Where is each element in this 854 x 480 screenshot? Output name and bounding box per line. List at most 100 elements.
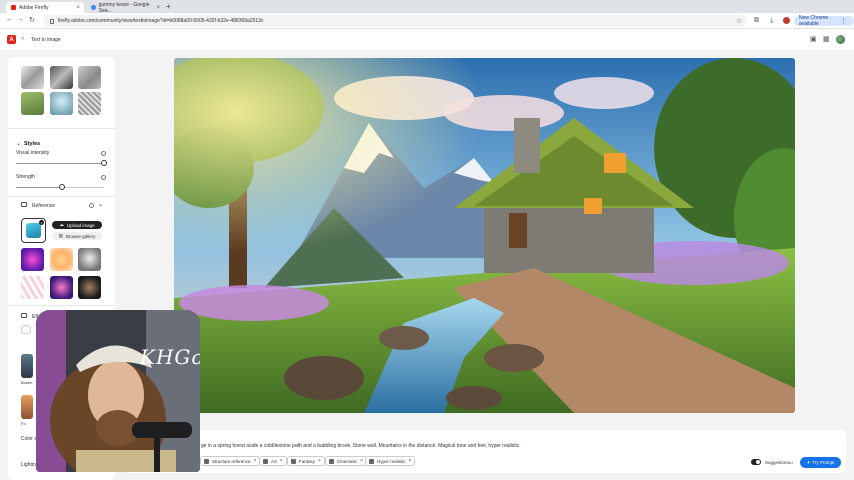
styles-heading: Styles (24, 141, 41, 147)
bookmark-star-icon[interactable]: ☆ (736, 17, 742, 25)
chat-icon[interactable]: ▣ (810, 35, 817, 43)
effects-tab[interactable] (21, 325, 31, 334)
more-menu-icon[interactable]: ⋮ (840, 17, 847, 25)
chip-label: Fantasy (299, 458, 316, 464)
remove-chip-icon[interactable]: × (254, 458, 257, 464)
close-icon[interactable]: × (156, 5, 160, 11)
reference-image-icon (21, 202, 27, 207)
remove-chip-icon[interactable]: × (409, 458, 412, 464)
browser-tab-strip: Adobe Firefly × gummy bears - Google Sea… (0, 0, 854, 14)
back-chevron-icon[interactable]: ‹ (22, 36, 24, 42)
strength-knob[interactable] (59, 184, 65, 190)
strength-label: Strength (16, 174, 35, 180)
reference-gallery-item[interactable] (50, 276, 73, 299)
hyper-realistic-style-icon (369, 458, 374, 464)
style-thumbnail[interactable] (78, 92, 101, 115)
reference-gallery-item[interactable] (78, 248, 101, 271)
browse-gallery-button[interactable]: ▤ Browse gallery (52, 232, 102, 240)
gallery-icon: ▤ (58, 233, 63, 238)
art-style-icon (263, 458, 268, 464)
download-icon[interactable]: ⤓ (770, 17, 773, 25)
chevron-down-icon[interactable]: ⌄ (98, 201, 103, 208)
divider (8, 305, 115, 306)
reference-label: Reference (32, 203, 56, 209)
suggestions-icon[interactable]: ▭ (789, 460, 793, 466)
firefly-favicon-icon (11, 5, 16, 10)
reference-gallery-item[interactable] (21, 248, 44, 271)
style-thumbnail[interactable] (21, 66, 44, 89)
chip-hyper-realistic[interactable]: Hyper realistic × (365, 456, 416, 466)
structure-reference-icon (204, 458, 209, 464)
address-bar[interactable]: firefly.adobe.com/community/view/texttoi… (44, 15, 746, 27)
upload-image-button[interactable]: ☁ Upload image (52, 221, 102, 229)
effect-thumbnail-fo[interactable] (21, 395, 33, 419)
remove-chip-icon[interactable]: × (318, 458, 321, 464)
color-label: Color a (21, 436, 38, 442)
chip-art[interactable]: Art × (259, 456, 287, 466)
prompt-bar: ge in a spring forest aside a cobbleston… (123, 430, 846, 473)
reload-icon[interactable]: ↻ (29, 16, 35, 24)
info-icon[interactable] (89, 203, 94, 208)
info-icon[interactable] (101, 151, 106, 156)
app-header: A ‹ Text to image ▣ ▦ (0, 29, 854, 50)
new-tab-icon[interactable]: + (166, 2, 171, 11)
tab-adobe-firefly[interactable]: Adobe Firefly × (6, 2, 84, 13)
profile-avatar[interactable] (783, 17, 790, 24)
chevron-down-icon[interactable]: ⌄ (16, 140, 21, 147)
suggestions-toggle[interactable] (751, 459, 761, 465)
selected-reference-image[interactable]: × (21, 218, 46, 243)
style-thumbnail[interactable] (50, 66, 73, 89)
remove-chip-icon[interactable]: × (280, 458, 283, 464)
extensions-icon[interactable]: ⧉ (754, 17, 759, 25)
style-thumbnail[interactable] (78, 66, 101, 89)
webcam-overlay: KHGo (36, 310, 200, 472)
visual-intensity-label: Visual intensity (16, 150, 50, 156)
reference-gallery-item[interactable] (50, 248, 73, 271)
browser-toolbar: ← → ↻ firefly.adobe.com/community/view/t… (0, 13, 854, 29)
chip-fantasy[interactable]: Fantasy × (287, 456, 325, 466)
site-info-icon[interactable] (50, 18, 54, 24)
url-text: firefly.adobe.com/community/view/texttoi… (58, 18, 264, 24)
divider (8, 196, 115, 197)
strength-slider-filled[interactable] (16, 187, 61, 188)
effects-icon (21, 313, 27, 318)
visual-intensity-knob[interactable] (101, 160, 107, 166)
info-icon[interactable] (101, 175, 106, 180)
reference-thumbnail (26, 223, 41, 238)
remove-chip-icon[interactable]: × (360, 458, 363, 464)
visual-intensity-slider[interactable] (16, 163, 104, 164)
apps-grid-icon[interactable]: ▦ (823, 35, 830, 43)
reference-gallery-item[interactable] (78, 276, 101, 299)
generated-image[interactable] (174, 58, 795, 413)
user-avatar[interactable] (836, 35, 845, 44)
forward-arrow-icon[interactable]: → (17, 16, 24, 23)
divider (8, 128, 115, 129)
browse-gallery-label: Browse gallery (65, 233, 96, 239)
chip-cinematic[interactable]: Cinematic × (325, 456, 367, 466)
close-icon[interactable]: × (76, 5, 80, 11)
effect-thumbnail-bokeh[interactable] (21, 354, 33, 378)
reference-gallery-item[interactable] (21, 276, 44, 299)
webcam-overlay-text: KHGo (140, 345, 200, 369)
remove-reference-icon[interactable]: × (39, 220, 44, 225)
adobe-logo[interactable]: A (7, 35, 16, 44)
style-thumbnail[interactable] (50, 92, 73, 115)
chip-structure-reference[interactable]: Structure reference × (200, 456, 261, 466)
effect-label-bokeh: Bokeh (21, 380, 33, 385)
prompt-input[interactable]: ge in a spring forest aside a cobbleston… (201, 443, 521, 449)
fantasy-style-icon (291, 458, 296, 464)
strength-slider-track[interactable] (61, 187, 104, 188)
presenter-video (36, 310, 200, 472)
upload-cloud-icon: ☁ (59, 222, 64, 227)
style-thumbnail[interactable] (21, 92, 44, 115)
try-prompt-button[interactable]: ✦ Try Prompt (800, 457, 841, 468)
back-arrow-icon[interactable]: ← (6, 16, 13, 23)
tab-google-search[interactable]: gummy bears - Google Sea... × (86, 2, 164, 14)
effect-label-fo: Fo (21, 421, 26, 426)
google-favicon-icon (91, 5, 96, 10)
try-prompt-label: Try Prompt (812, 460, 835, 465)
chip-label: Structure reference (212, 458, 251, 464)
chip-label: Art (271, 458, 277, 464)
chip-label: Cinematic (337, 458, 358, 464)
breadcrumb[interactable]: Text to image (31, 37, 61, 43)
